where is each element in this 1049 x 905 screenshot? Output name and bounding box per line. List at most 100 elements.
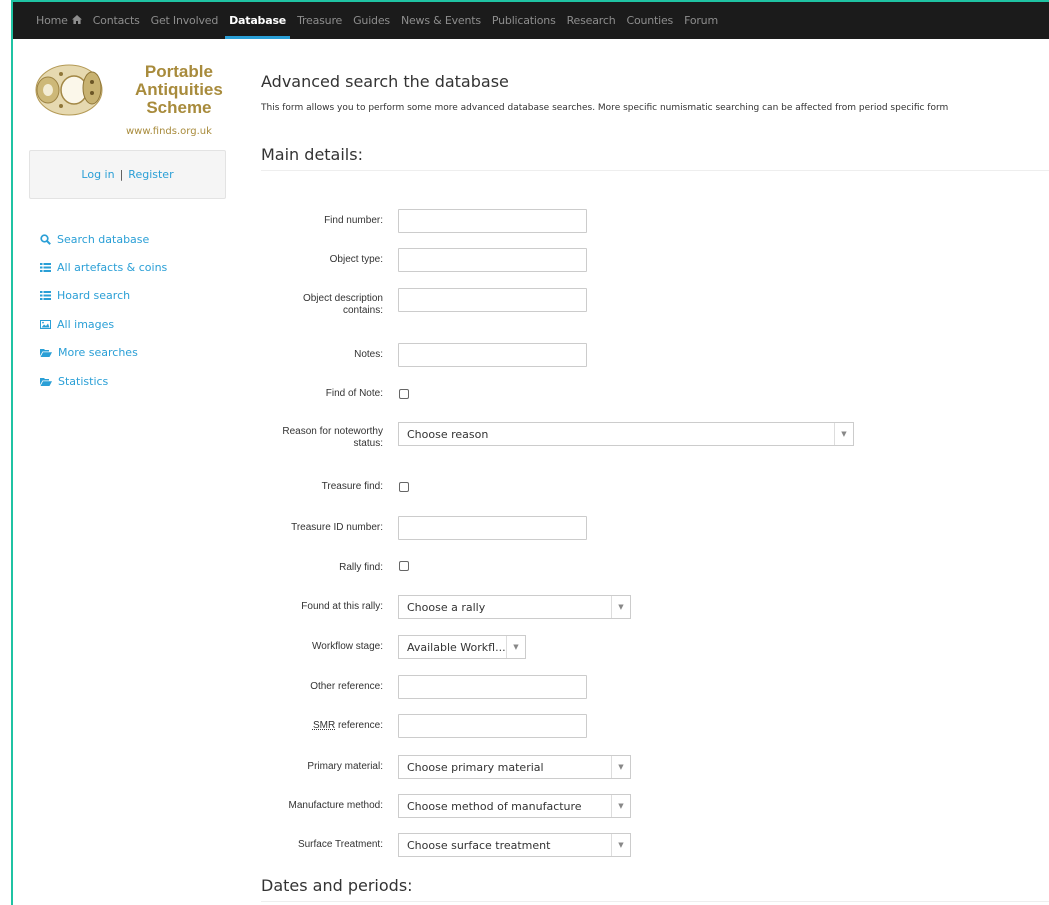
object-type-label: Object type: — [329, 254, 383, 265]
register-link[interactable]: Register — [128, 168, 173, 181]
rally-find-checkbox[interactable] — [399, 561, 409, 571]
notes-input[interactable] — [398, 343, 587, 367]
primary-material-select[interactable]: Choose primary material ▼ — [398, 755, 631, 779]
nav-home-label: Home — [36, 14, 68, 27]
sidebar-item-more-searches[interactable]: More searches — [40, 339, 167, 367]
treasure-id-input[interactable] — [398, 516, 587, 540]
folder-open-icon — [40, 377, 52, 386]
smr-reference-label-rest: reference: — [335, 720, 383, 731]
chevron-down-icon: ▼ — [506, 636, 525, 658]
nav-forum[interactable]: Forum — [684, 2, 718, 39]
surface-treatment-select[interactable]: Choose surface treatment ▼ — [398, 833, 631, 857]
sidebar-item-label: All images — [57, 317, 115, 331]
other-reference-input[interactable] — [398, 675, 587, 699]
nav-contacts[interactable]: Contacts — [93, 2, 140, 39]
login-separator: | — [119, 168, 124, 181]
noteworthy-reason-label-line1: Reason for noteworthy — [282, 426, 383, 437]
account-box: Log in | Register — [29, 150, 226, 199]
folder-open-icon — [40, 349, 52, 358]
sidebar-item-statistics[interactable]: Statistics — [40, 367, 167, 395]
find-of-note-label: Find of Note: — [325, 388, 383, 399]
rally-selected: Choose a rally — [407, 600, 486, 614]
sidebar-item-label: Statistics — [58, 374, 109, 388]
nav-counties[interactable]: Counties — [626, 2, 673, 39]
manufacture-method-label: Manufacture method: — [288, 800, 384, 811]
object-description-label: Object description contains: — [253, 293, 383, 317]
chevron-down-icon: ▼ — [611, 834, 630, 856]
treasure-find-checkbox[interactable] — [399, 482, 409, 492]
nav-get-involved[interactable]: Get Involved — [151, 2, 219, 39]
chevron-down-icon: ▼ — [611, 596, 630, 618]
sidebar-nav: Search database All artefacts & coins Ho… — [40, 225, 167, 395]
nav-research[interactable]: Research — [567, 2, 616, 39]
manufacture-method-select[interactable]: Choose method of manufacture ▼ — [398, 794, 631, 818]
manufacture-method-selected: Choose method of manufacture — [407, 799, 582, 813]
find-of-note-checkbox[interactable] — [399, 389, 409, 399]
noteworthy-reason-label: Reason for noteworthy status: — [253, 426, 383, 450]
section-title-dates-periods: Dates and periods: — [261, 876, 413, 895]
object-description-label-line1: Object description — [302, 293, 383, 304]
chevron-down-icon: ▼ — [834, 423, 853, 445]
logo-line-3: Scheme — [146, 98, 212, 117]
primary-material-label: Primary material: — [307, 761, 383, 772]
sidebar-item-label: More searches — [58, 346, 138, 360]
sidebar-item-all-artefacts[interactable]: All artefacts & coins — [40, 253, 167, 281]
sidebar-item-hoard-search[interactable]: Hoard search — [40, 282, 167, 310]
smr-reference-input[interactable] — [398, 714, 587, 738]
logo-wordmark: Portable Antiquities Scheme — [135, 63, 223, 117]
search-icon — [40, 234, 51, 245]
chevron-down-icon: ▼ — [611, 756, 630, 778]
nav-publications[interactable]: Publications — [492, 2, 556, 39]
noteworthy-reason-select[interactable]: Choose reason ▼ — [398, 422, 854, 446]
rally-find-label: Rally find: — [339, 562, 383, 573]
window-left-edge — [0, 0, 13, 905]
surface-treatment-selected: Choose surface treatment — [407, 838, 551, 852]
sidebar-item-label: All artefacts & coins — [57, 261, 168, 275]
other-reference-label: Other reference: — [310, 681, 383, 692]
logo-line-2: Antiquities — [135, 80, 223, 99]
list-icon — [40, 263, 51, 273]
image-icon — [40, 319, 51, 329]
rally-label: Found at this rally: — [301, 601, 383, 612]
sidebar-item-search-database[interactable]: Search database — [40, 225, 167, 253]
sidebar-item-label: Hoard search — [57, 289, 131, 303]
site-logo[interactable]: Portable Antiquities Scheme www.finds.or… — [34, 60, 223, 142]
workflow-select[interactable]: Available Workfl... ▼ — [398, 635, 526, 659]
page-title: Advanced search the database — [261, 72, 509, 91]
section-divider — [261, 170, 1049, 171]
smr-abbreviation: SMR — [312, 720, 336, 731]
nav-database[interactable]: Database — [225, 2, 291, 39]
nav-home[interactable]: Home — [36, 2, 82, 39]
sidebar-item-all-images[interactable]: All images — [40, 310, 167, 338]
noteworthy-reason-selected: Choose reason — [407, 427, 489, 441]
find-number-input[interactable] — [398, 209, 587, 233]
sidebar-item-label: Search database — [57, 232, 150, 246]
workflow-selected: Available Workfl... — [407, 640, 506, 654]
nav-guides[interactable]: Guides — [353, 2, 390, 39]
object-type-input[interactable] — [398, 248, 587, 272]
find-number-label: Find number: — [324, 215, 383, 226]
top-navbar: Home Contacts Get Involved Database Trea… — [13, 2, 1049, 39]
nav-news-events[interactable]: News & Events — [401, 2, 481, 39]
smr-reference-label: SMR reference: — [253, 720, 383, 732]
list-icon — [40, 291, 51, 301]
treasure-id-label: Treasure ID number: — [291, 522, 383, 533]
primary-material-selected: Choose primary material — [407, 760, 544, 774]
logo-line-1: Portable — [144, 62, 213, 81]
page-intro: This form allows you to perform some mor… — [261, 103, 949, 113]
home-icon — [71, 14, 82, 27]
nav-treasure[interactable]: Treasure — [297, 2, 342, 39]
rally-select[interactable]: Choose a rally ▼ — [398, 595, 631, 619]
brooch-logo-image — [35, 64, 103, 116]
chevron-down-icon: ▼ — [611, 795, 630, 817]
noteworthy-reason-label-line2: status: — [353, 438, 383, 449]
object-description-input[interactable] — [398, 288, 587, 312]
object-description-label-line2: contains: — [342, 305, 383, 316]
notes-label: Notes: — [354, 349, 383, 360]
section-divider — [261, 901, 1049, 902]
section-title-main-details: Main details: — [261, 145, 363, 164]
logo-url: www.finds.org.uk — [126, 126, 212, 137]
login-link[interactable]: Log in — [81, 168, 114, 181]
treasure-find-label: Treasure find: — [321, 481, 383, 492]
workflow-label: Workflow stage: — [312, 641, 383, 652]
